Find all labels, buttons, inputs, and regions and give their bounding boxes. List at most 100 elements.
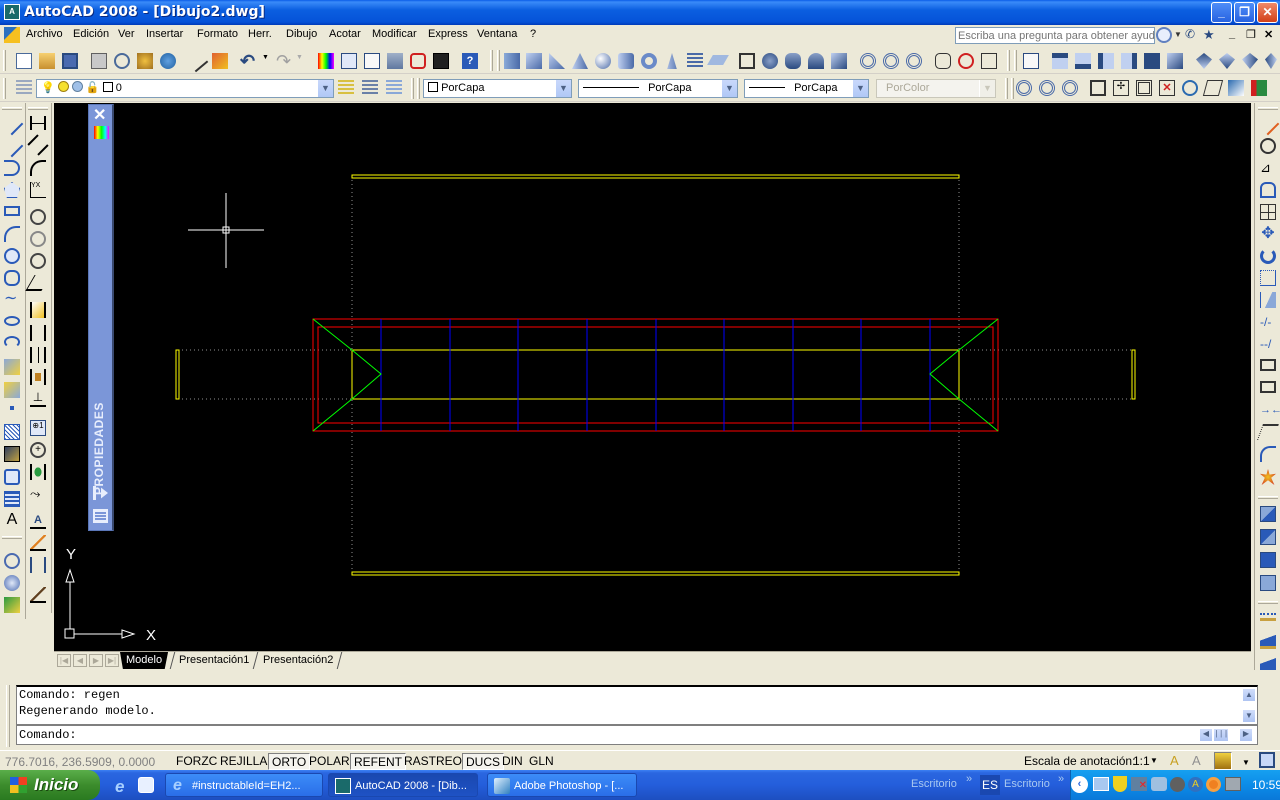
back-view-icon[interactable] [1167,53,1183,69]
toggle-orto[interactable]: ORTO [268,753,311,770]
menu-dibujo[interactable]: Dibujo [286,28,317,40]
pyramid-icon[interactable] [667,53,677,69]
insert-block-icon[interactable] [4,359,20,375]
chevron-down-icon[interactable]: ▼ [317,80,333,97]
diameter-icon[interactable] [30,253,46,269]
line-icon[interactable] [0,112,24,136]
planar-surface-icon[interactable] [707,55,729,65]
point-icon[interactable] [10,406,14,410]
restore-button[interactable]: ❐ [1234,2,1255,23]
make-current-layer-icon[interactable] [338,80,354,96]
toggle-rastreo[interactable]: RASTREO [401,753,465,770]
layer-manager-icon[interactable] [16,80,32,96]
jogged-linear-icon[interactable]: ⤳ [30,486,46,502]
array-icon[interactable] [1260,204,1276,220]
annotation-scale-value[interactable]: 1:1 [1133,754,1150,768]
taper-faces-icon[interactable] [1202,80,1224,96]
extrude-faces-icon[interactable] [1090,80,1106,96]
status-menu-dropdown-icon[interactable]: ▼ [1242,758,1250,767]
scroll-down-icon[interactable]: ▼ [1242,709,1256,723]
lineweight-select[interactable]: PorCapa ▼ [744,79,869,98]
offset-faces-icon[interactable] [1136,80,1152,96]
color-faces-icon[interactable] [1251,80,1267,96]
new-icon[interactable] [16,53,32,69]
auto-scale-icon[interactable]: A [1192,753,1206,769]
toolbar-grip[interactable] [2,107,22,110]
layer-previous-icon[interactable] [362,80,378,96]
chevron-down-icon[interactable]: ▼ [721,80,737,97]
construction-line-icon[interactable] [0,134,24,158]
top-view-icon[interactable] [1052,53,1068,69]
last-tab-button[interactable]: ▶| [105,654,119,667]
dimension-style-icon[interactable] [30,587,46,603]
region-icon[interactable] [4,469,20,485]
presspull-icon[interactable] [762,53,778,69]
explode-icon[interactable] [1260,469,1276,485]
gradient-icon[interactable] [4,446,20,462]
baseline-icon[interactable] [30,325,46,341]
move-faces-icon[interactable]: ✢ [1113,80,1129,96]
scroll-right-icon[interactable]: ▶ [1239,728,1253,742]
3d-rotate-icon[interactable] [958,53,974,69]
doc-minimize-button[interactable]: _ [1229,28,1235,40]
dimension-edit-icon[interactable]: A [30,513,46,529]
rotate-icon[interactable] [1260,248,1276,264]
polygon-icon[interactable] [4,182,20,198]
box-icon[interactable] [526,53,542,69]
toggle-ducs[interactable]: DUCS [462,753,505,770]
continuous-orbit-icon[interactable] [4,597,20,613]
polyline-icon[interactable] [4,160,20,176]
front-view-icon[interactable] [1144,53,1160,69]
attribute-edit-icon[interactable] [1260,655,1276,671]
3d-align-icon[interactable] [981,53,997,69]
torus-icon[interactable] [641,53,657,69]
copy-faces-icon[interactable] [1228,80,1244,96]
make-block-icon[interactable] [4,382,20,398]
quick-dimension-icon[interactable] [30,302,46,318]
undo-icon[interactable]: ↶ [240,51,256,71]
angular-icon[interactable] [25,275,51,291]
scroll-up-icon[interactable]: ▲ [1242,688,1256,702]
help-search-input[interactable] [955,27,1155,44]
polysolid-icon[interactable] [504,53,520,69]
task-browser[interactable]: e #instructableId=EH2... [165,773,323,797]
wedge-icon[interactable] [549,53,565,69]
menu-insertar[interactable]: Insertar [146,28,183,40]
move-icon[interactable]: ✥ [1260,226,1276,242]
search-dropdown-icon[interactable]: ▼ [1174,30,1182,39]
antivirus-icon[interactable]: A [1188,777,1203,792]
drawing-area[interactable]: X Y [54,103,1251,651]
linear-dimension-icon[interactable] [30,116,46,130]
toolbar-overflow-icon[interactable]: » [966,773,972,785]
toggle-refent[interactable]: REFENT [350,753,406,770]
intersect-icon[interactable] [1062,80,1078,96]
fillet-icon[interactable] [1260,446,1276,462]
network-icon[interactable] [1093,777,1109,791]
toolbar-lock-icon[interactable] [1214,752,1232,770]
calculator-icon[interactable] [433,53,449,69]
toggle-din[interactable]: DIN [499,753,526,770]
palette-properties-menu-icon[interactable] [93,509,108,523]
toggle-forzc[interactable]: FORZC [173,753,220,770]
jogged-icon[interactable] [30,231,46,247]
se-iso-icon[interactable] [1219,53,1235,69]
menu-express[interactable]: Express [428,28,468,40]
3d-move-icon[interactable] [935,53,951,69]
desktop-toolbar-2[interactable]: Escritorio [1004,778,1050,790]
join-icon[interactable]: →← [1260,402,1280,418]
menu-ventana[interactable]: Ventana [477,28,517,40]
spline-icon[interactable]: ∼ [4,291,20,308]
polyline-edit-icon[interactable] [1260,613,1276,621]
bring-above-icon[interactable] [1260,552,1276,568]
prev-tab-button[interactable]: ◀ [73,654,87,667]
annotation-scale-dropdown-icon[interactable]: ▼ [1150,756,1158,765]
hatch-icon[interactable] [4,424,20,440]
extend-icon[interactable]: --/ [1260,336,1276,352]
send-under-icon[interactable] [1260,575,1276,591]
cut-icon[interactable] [185,49,209,73]
command-grip[interactable] [6,685,10,747]
union-icon[interactable] [860,53,876,69]
toggle-gln[interactable]: GLN [526,753,557,770]
toolbar-overflow-icon[interactable]: » [1058,773,1064,785]
communication-center-icon[interactable]: ✆ [1185,27,1201,43]
